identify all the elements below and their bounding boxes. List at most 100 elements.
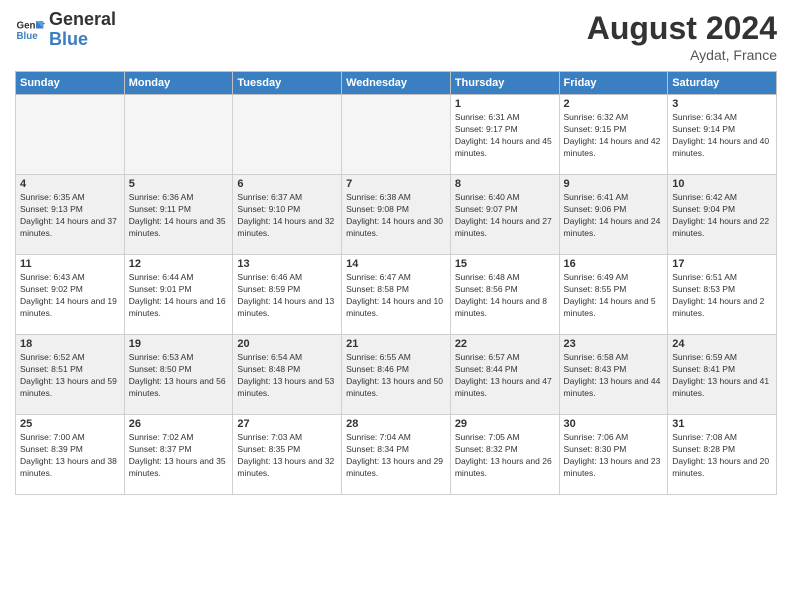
day-info: Sunrise: 7:06 AMSunset: 8:30 PMDaylight:… xyxy=(564,432,664,480)
calendar-week-row: 11Sunrise: 6:43 AMSunset: 9:02 PMDayligh… xyxy=(16,255,777,335)
calendar-week-row: 18 Sunrise: 6:52 AMSunset: 8:51 PMDayligh… xyxy=(16,335,777,415)
page-header: General Blue General Blue August 2024 Ay… xyxy=(15,10,777,63)
day-info: Sunrise: 7:04 AMSunset: 8:34 PMDaylight:… xyxy=(346,432,446,480)
weekday-header: Tuesday xyxy=(233,72,342,95)
location-title: Aydat, France xyxy=(587,47,777,63)
day-number: 31 xyxy=(672,418,772,430)
day-info: Sunrise: 6:35 AMSunset: 9:13 PMDaylight:… xyxy=(20,192,120,240)
day-number: 30 xyxy=(564,418,664,430)
calendar-day-cell: 1Sunrise: 6:31 AMSunset: 9:17 PMDaylight… xyxy=(450,95,559,175)
day-info: Sunrise: 6:53 AMSunset: 8:50 PMDaylight:… xyxy=(129,352,229,400)
day-number: 21 xyxy=(346,338,446,350)
calendar-day-cell: 13 Sunrise: 6:46 AMSunset: 8:59 PMDayligh… xyxy=(233,255,342,335)
calendar-day-cell: 6 Sunrise: 6:37 AMSunset: 9:10 PMDaylight… xyxy=(233,175,342,255)
day-info: Sunrise: 6:54 AMSunset: 8:48 PMDaylight:… xyxy=(237,352,337,400)
day-number: 6 xyxy=(237,178,337,190)
day-number: 18 xyxy=(20,338,120,350)
main-container: General Blue General Blue August 2024 Ay… xyxy=(0,0,792,612)
calendar-day-cell: 15Sunrise: 6:48 AMSunset: 8:56 PMDayligh… xyxy=(450,255,559,335)
calendar-day-cell: 17 Sunrise: 6:51 AMSunset: 8:53 PMDayligh… xyxy=(668,255,777,335)
day-number: 23 xyxy=(564,338,664,350)
day-info: Sunrise: 7:00 AMSunset: 8:39 PMDaylight:… xyxy=(20,432,120,480)
calendar-day-cell: 3Sunrise: 6:34 AMSunset: 9:14 PMDaylight… xyxy=(668,95,777,175)
calendar-day-cell: 8Sunrise: 6:40 AMSunset: 9:07 PMDaylight… xyxy=(450,175,559,255)
calendar-day-cell: 14Sunrise: 6:47 AMSunset: 8:58 PMDayligh… xyxy=(342,255,451,335)
calendar-day-cell: 22 Sunrise: 6:57 AMSunset: 8:44 PMDayligh… xyxy=(450,335,559,415)
calendar-day-cell xyxy=(16,95,125,175)
day-number: 28 xyxy=(346,418,446,430)
day-info: Sunrise: 6:32 AMSunset: 9:15 PMDaylight:… xyxy=(564,112,664,160)
day-number: 27 xyxy=(237,418,337,430)
day-info: Sunrise: 6:37 AMSunset: 9:10 PMDaylight:… xyxy=(237,192,337,240)
calendar-header-row: SundayMondayTuesdayWednesdayThursdayFrid… xyxy=(16,72,777,95)
day-info: Sunrise: 6:47 AMSunset: 8:58 PMDaylight:… xyxy=(346,272,446,320)
calendar-day-cell: 24Sunrise: 6:59 AMSunset: 8:41 PMDayligh… xyxy=(668,335,777,415)
day-info: Sunrise: 7:02 AMSunset: 8:37 PMDaylight:… xyxy=(129,432,229,480)
day-info: Sunrise: 6:49 AMSunset: 8:55 PMDaylight:… xyxy=(564,272,664,320)
day-number: 5 xyxy=(129,178,229,190)
day-number: 22 xyxy=(455,338,555,350)
logo-icon: General Blue xyxy=(15,15,45,45)
day-number: 25 xyxy=(20,418,120,430)
day-number: 7 xyxy=(346,178,446,190)
day-number: 17 xyxy=(672,258,772,270)
weekday-header: Monday xyxy=(124,72,233,95)
weekday-header: Saturday xyxy=(668,72,777,95)
calendar-day-cell: 28 Sunrise: 7:04 AMSunset: 8:34 PMDayligh… xyxy=(342,415,451,495)
day-number: 9 xyxy=(564,178,664,190)
day-info: Sunrise: 7:08 AMSunset: 8:28 PMDaylight:… xyxy=(672,432,772,480)
calendar-week-row: 1Sunrise: 6:31 AMSunset: 9:17 PMDaylight… xyxy=(16,95,777,175)
calendar-day-cell: 16 Sunrise: 6:49 AMSunset: 8:55 PMDayligh… xyxy=(559,255,668,335)
day-info: Sunrise: 6:41 AMSunset: 9:06 PMDaylight:… xyxy=(564,192,664,240)
logo: General Blue General Blue xyxy=(15,10,116,50)
calendar-day-cell: 2 Sunrise: 6:32 AMSunset: 9:15 PMDaylight… xyxy=(559,95,668,175)
calendar-day-cell: 18 Sunrise: 6:52 AMSunset: 8:51 PMDayligh… xyxy=(16,335,125,415)
day-info: Sunrise: 6:40 AMSunset: 9:07 PMDaylight:… xyxy=(455,192,555,240)
calendar-day-cell: 4Sunrise: 6:35 AMSunset: 9:13 PMDaylight… xyxy=(16,175,125,255)
day-number: 20 xyxy=(237,338,337,350)
day-info: Sunrise: 6:58 AMSunset: 8:43 PMDaylight:… xyxy=(564,352,664,400)
day-info: Sunrise: 6:57 AMSunset: 8:44 PMDaylight:… xyxy=(455,352,555,400)
day-number: 13 xyxy=(237,258,337,270)
day-info: Sunrise: 6:38 AMSunset: 9:08 PMDaylight:… xyxy=(346,192,446,240)
calendar-day-cell: 27 Sunrise: 7:03 AMSunset: 8:35 PMDayligh… xyxy=(233,415,342,495)
day-info: Sunrise: 6:31 AMSunset: 9:17 PMDaylight:… xyxy=(455,112,555,160)
calendar-day-cell xyxy=(124,95,233,175)
calendar-day-cell: 21 Sunrise: 6:55 AMSunset: 8:46 PMDayligh… xyxy=(342,335,451,415)
calendar-table: SundayMondayTuesdayWednesdayThursdayFrid… xyxy=(15,71,777,495)
weekday-header: Thursday xyxy=(450,72,559,95)
day-info: Sunrise: 7:03 AMSunset: 8:35 PMDaylight:… xyxy=(237,432,337,480)
calendar-day-cell: 26 Sunrise: 7:02 AMSunset: 8:37 PMDayligh… xyxy=(124,415,233,495)
day-info: Sunrise: 6:34 AMSunset: 9:14 PMDaylight:… xyxy=(672,112,772,160)
calendar-day-cell: 7 Sunrise: 6:38 AMSunset: 9:08 PMDaylight… xyxy=(342,175,451,255)
day-number: 2 xyxy=(564,98,664,110)
weekday-header: Wednesday xyxy=(342,72,451,95)
calendar-day-cell: 10Sunrise: 6:42 AMSunset: 9:04 PMDayligh… xyxy=(668,175,777,255)
day-number: 16 xyxy=(564,258,664,270)
day-number: 26 xyxy=(129,418,229,430)
day-info: Sunrise: 6:46 AMSunset: 8:59 PMDaylight:… xyxy=(237,272,337,320)
calendar-day-cell: 5 Sunrise: 6:36 AMSunset: 9:11 PMDaylight… xyxy=(124,175,233,255)
svg-text:Blue: Blue xyxy=(17,31,39,42)
weekday-header: Friday xyxy=(559,72,668,95)
day-info: Sunrise: 6:44 AMSunset: 9:01 PMDaylight:… xyxy=(129,272,229,320)
day-info: Sunrise: 6:55 AMSunset: 8:46 PMDaylight:… xyxy=(346,352,446,400)
calendar-week-row: 25 Sunrise: 7:00 AMSunset: 8:39 PMDayligh… xyxy=(16,415,777,495)
logo-text: General Blue xyxy=(49,10,116,50)
day-info: Sunrise: 6:42 AMSunset: 9:04 PMDaylight:… xyxy=(672,192,772,240)
calendar-day-cell: 23 Sunrise: 6:58 AMSunset: 8:43 PMDayligh… xyxy=(559,335,668,415)
day-info: Sunrise: 6:36 AMSunset: 9:11 PMDaylight:… xyxy=(129,192,229,240)
calendar-day-cell: 29Sunrise: 7:05 AMSunset: 8:32 PMDayligh… xyxy=(450,415,559,495)
weekday-header: Sunday xyxy=(16,72,125,95)
calendar-day-cell: 9 Sunrise: 6:41 AMSunset: 9:06 PMDaylight… xyxy=(559,175,668,255)
calendar-day-cell: 19Sunrise: 6:53 AMSunset: 8:50 PMDayligh… xyxy=(124,335,233,415)
day-info: Sunrise: 6:52 AMSunset: 8:51 PMDaylight:… xyxy=(20,352,120,400)
day-info: Sunrise: 6:59 AMSunset: 8:41 PMDaylight:… xyxy=(672,352,772,400)
month-title: August 2024 xyxy=(587,10,777,47)
calendar-day-cell: 20 Sunrise: 6:54 AMSunset: 8:48 PMDayligh… xyxy=(233,335,342,415)
day-number: 15 xyxy=(455,258,555,270)
calendar-week-row: 4Sunrise: 6:35 AMSunset: 9:13 PMDaylight… xyxy=(16,175,777,255)
day-number: 12 xyxy=(129,258,229,270)
calendar-day-cell: 11Sunrise: 6:43 AMSunset: 9:02 PMDayligh… xyxy=(16,255,125,335)
day-info: Sunrise: 6:51 AMSunset: 8:53 PMDaylight:… xyxy=(672,272,772,320)
